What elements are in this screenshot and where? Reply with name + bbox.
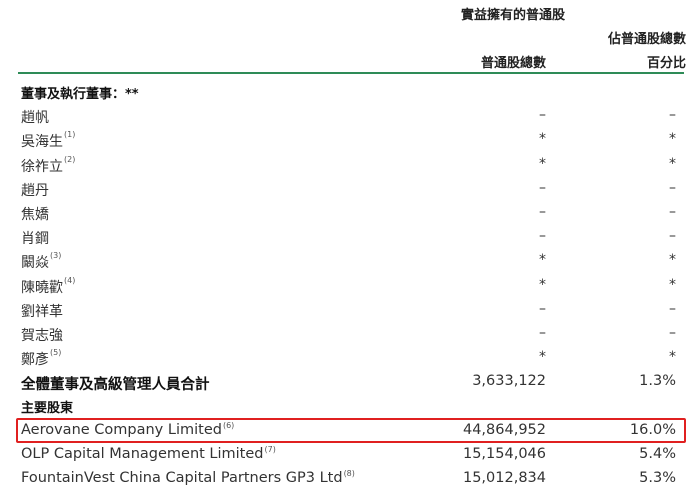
footnote-ref: (2) (64, 154, 76, 164)
row-label: 吳海生(1) (21, 130, 76, 151)
row-pct: * (669, 155, 676, 172)
row-pct: – (669, 203, 676, 220)
row-shares: * (539, 131, 546, 148)
row-shares: – (539, 300, 546, 317)
row-label: 劉祥革 (21, 303, 63, 320)
row-shares: – (539, 228, 546, 245)
row-label: 陳曉歡(4) (21, 275, 76, 296)
header-pct-line1: 佔普通股總數 (607, 32, 686, 47)
row-shares: 3,633,122 (472, 373, 546, 390)
footnote-ref: (5) (50, 348, 62, 358)
header-divider (18, 72, 684, 74)
table-row: 鄭彥(5) * * (0, 346, 700, 370)
footnote-ref: (7) (264, 444, 276, 454)
row-label: 闞焱(3) (21, 251, 62, 272)
header-pct-line2: 百分比 (646, 56, 686, 71)
row-shares: – (539, 203, 546, 220)
row-shares: * (539, 155, 546, 172)
row-label: 趙丹 (21, 182, 49, 199)
header-group-title: 實益擁有的普通股 (461, 8, 566, 23)
row-label: 賀志強 (21, 327, 63, 344)
footnote-ref: (8) (343, 469, 355, 478)
table-row: OLP Capital Management Limited(7) 15,154… (0, 443, 700, 467)
table-row: 闞焱(3) * * (0, 249, 700, 273)
row-pct: * (669, 349, 676, 366)
row-shares: – (539, 324, 546, 341)
row-pct: 1.3% (639, 373, 676, 390)
footnote-ref: (3) (50, 251, 62, 261)
footnote-ref: (1) (64, 130, 76, 140)
table-row: 趙帆 – – (0, 104, 700, 128)
row-shares: * (539, 252, 546, 269)
header-shares-label: 普通股總數 (480, 56, 546, 71)
table-row: 賀志強 – – (0, 322, 700, 346)
row-label: 趙帆 (21, 110, 49, 127)
row-shares: 15,154,046 (462, 445, 546, 462)
table-row: 肖鋼 – – (0, 225, 700, 249)
row-pct: – (669, 107, 676, 124)
table-row: 徐祚立(2) * * (0, 153, 700, 177)
row-shares: * (539, 276, 546, 293)
row-label: 董事及執行董事：** (21, 87, 139, 102)
row-shares: 15,012,834 (462, 470, 546, 486)
row-pct: 5.3% (639, 470, 676, 486)
row-label: 主要股東 (21, 401, 74, 417)
table-row-section: 主要股東 (0, 394, 700, 418)
footnote-ref: (4) (64, 275, 76, 285)
table-row: 趙丹 – – (0, 177, 700, 201)
table-row: FountainVest China Capital Partners GP3 … (0, 467, 700, 491)
row-label: OLP Capital Management Limited(7) (21, 444, 276, 462)
highlight-box (16, 418, 686, 443)
table-row: 陳曉歡(4) * * (0, 274, 700, 298)
row-shares: – (539, 107, 546, 124)
row-label: 焦嬌 (21, 206, 49, 223)
row-label: FountainVest China Capital Partners GP3 … (21, 469, 355, 486)
row-label: 徐祚立(2) (21, 154, 76, 175)
row-pct: – (669, 228, 676, 245)
table-row: 董事及執行董事：** (0, 80, 700, 104)
row-label: 肖鋼 (21, 231, 49, 248)
row-label: 鄭彥(5) (21, 348, 62, 369)
row-pct: – (669, 179, 676, 196)
row-shares: – (539, 179, 546, 196)
table-row: 吳海生(1) * * (0, 128, 700, 152)
row-pct: * (669, 131, 676, 148)
row-pct: 5.4% (639, 445, 676, 462)
row-label: 全體董事及高級管理人員合計 (21, 377, 210, 394)
table-row-total: 全體董事及高級管理人員合計 3,633,122 1.3% (0, 370, 700, 394)
table-row: 焦嬌 – – (0, 201, 700, 225)
table-row: 劉祥革 – – (0, 298, 700, 322)
row-pct: * (669, 252, 676, 269)
row-pct: – (669, 300, 676, 317)
row-shares: * (539, 349, 546, 366)
row-pct: * (669, 276, 676, 293)
row-pct: – (669, 324, 676, 341)
